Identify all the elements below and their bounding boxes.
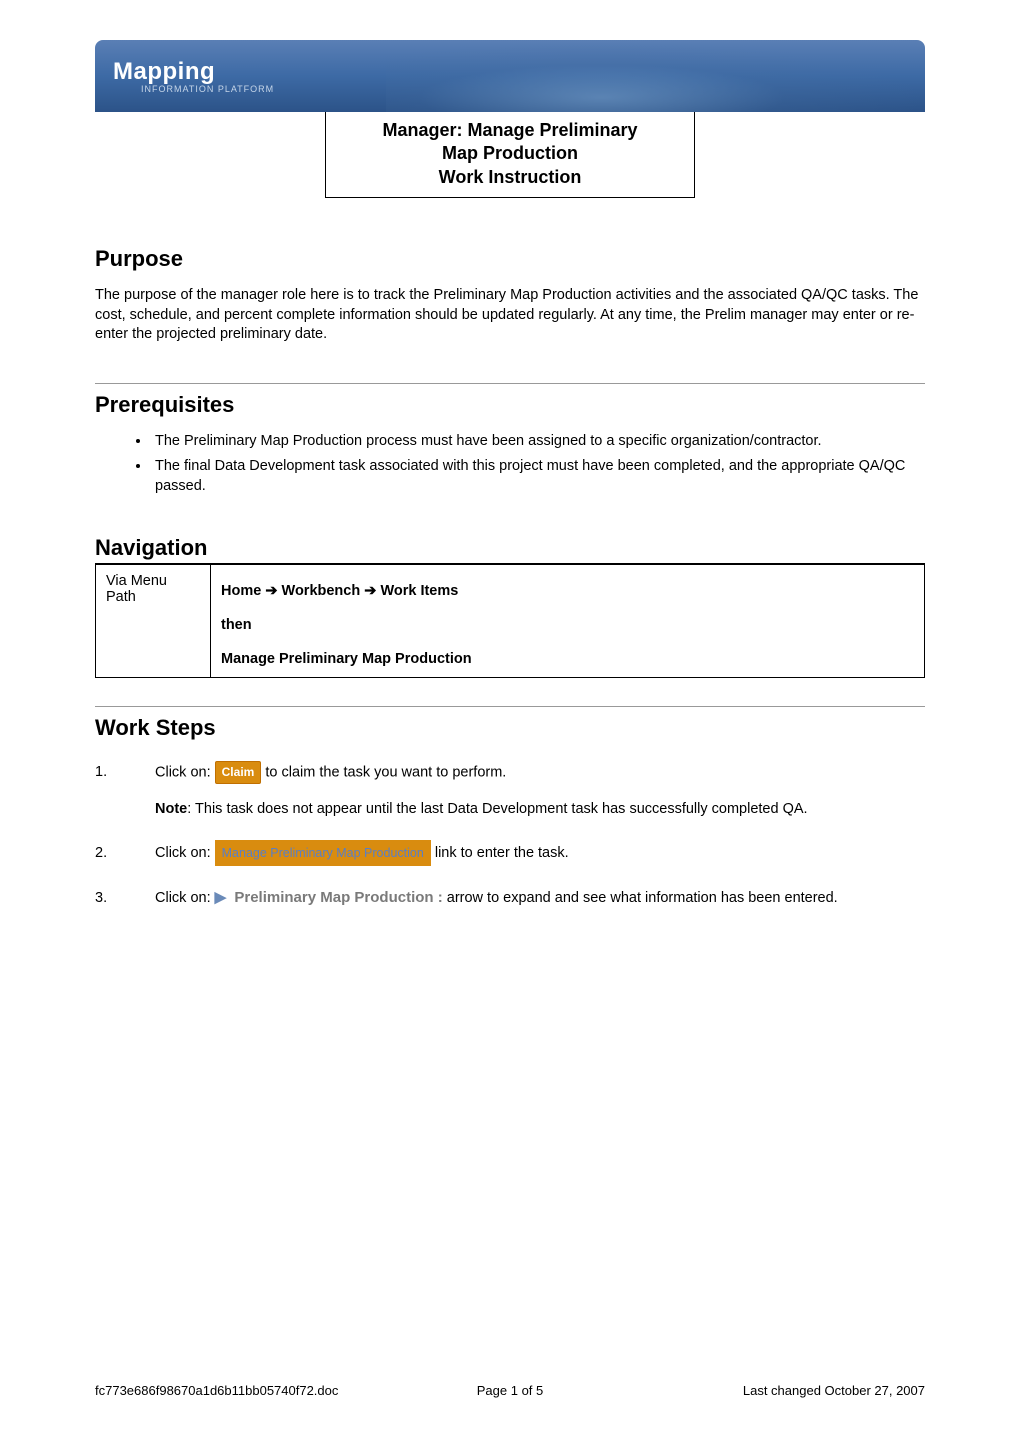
title-line-2: Map Production (334, 142, 686, 165)
navigation-heading: Navigation (95, 535, 925, 564)
note-label: Note (155, 801, 187, 817)
preliminary-expand[interactable]: ▶ Preliminary Map Production : (215, 886, 443, 910)
work-step: 1. Click on: Claim to claim the task you… (95, 761, 925, 785)
divider (95, 383, 925, 384)
arrow-icon: ➔ (364, 583, 380, 599)
title-box: Manager: Manage Preliminary Map Producti… (325, 108, 695, 198)
nav-action: Manage Preliminary Map Production (221, 641, 914, 669)
step-body: Click on: Claim to claim the task you wa… (155, 761, 925, 785)
nav-then: then (221, 609, 914, 641)
nav-path: Home ➔ Workbench ➔ Work Items (221, 573, 914, 609)
navigation-table: Via Menu Path Home ➔ Workbench ➔ Work It… (95, 564, 925, 678)
nav-path-part: Home (221, 583, 261, 599)
footer-page-of: of (518, 1383, 536, 1398)
step-number: 1. (95, 761, 155, 784)
prereq-item: The Preliminary Map Production process m… (151, 432, 925, 452)
work-step: 2. Click on: Manage Preliminary Map Prod… (95, 840, 925, 866)
manage-preliminary-link[interactable]: Manage Preliminary Map Production (215, 840, 431, 866)
prereq-list: The Preliminary Map Production process m… (151, 432, 925, 497)
step-body: Click on: Manage Preliminary Map Product… (155, 840, 925, 866)
footer-page-prefix: Page (477, 1383, 511, 1398)
work-steps-heading: Work Steps (95, 706, 925, 741)
chevron-right-icon: ▶ (215, 889, 227, 906)
footer-filename: fc773e686f98670a1d6b11bb05740f72.doc (95, 1383, 338, 1398)
logo: Mapping INFORMATION PLATFORM (113, 58, 274, 94)
title-line-1: Manager: Manage Preliminary (334, 119, 686, 142)
step-prefix: Click on: (155, 845, 215, 861)
footer-date: Last changed October 27, 2007 (743, 1383, 925, 1398)
note-text: : This task does not appear until the la… (187, 801, 807, 817)
step-number: 3. (95, 887, 155, 910)
expand-label: Preliminary Map Production : (234, 889, 442, 906)
nav-path-part: Work Items (380, 583, 458, 599)
step-prefix: Click on: (155, 764, 215, 780)
nav-path-cell: Home ➔ Workbench ➔ Work Items then Manag… (211, 564, 925, 677)
work-step: 3. Click on: ▶ Preliminary Map Productio… (95, 886, 925, 910)
note-block: Note: This task does not appear until th… (155, 800, 925, 820)
prereq-heading: Prerequisites (95, 392, 925, 418)
logo-text: Mapping (113, 58, 215, 85)
footer-page: Page 1 of 5 (477, 1383, 544, 1398)
footer-page-total: 5 (536, 1383, 543, 1398)
prereq-item: The final Data Development task associat… (151, 457, 925, 496)
arrow-icon: ➔ (265, 583, 281, 599)
purpose-heading: Purpose (95, 246, 925, 272)
step-prefix: Click on: (155, 890, 215, 906)
title-line-3: Work Instruction (334, 166, 686, 189)
header-banner: Mapping INFORMATION PLATFORM (95, 40, 925, 112)
step-number: 2. (95, 842, 155, 865)
logo-subtitle: INFORMATION PLATFORM (141, 84, 274, 94)
claim-button[interactable]: Claim (215, 761, 262, 784)
step-suffix: arrow to expand and see what information… (447, 890, 838, 906)
nav-label: Via Menu Path (96, 564, 211, 677)
step-suffix: to claim the task you want to perform. (265, 764, 506, 780)
nav-path-part: Workbench (282, 583, 361, 599)
step-suffix: link to enter the task. (435, 845, 569, 861)
step-body: Click on: ▶ Preliminary Map Production :… (155, 886, 925, 910)
footer: fc773e686f98670a1d6b11bb05740f72.doc Pag… (95, 1383, 925, 1398)
purpose-body: The purpose of the manager role here is … (95, 286, 925, 345)
